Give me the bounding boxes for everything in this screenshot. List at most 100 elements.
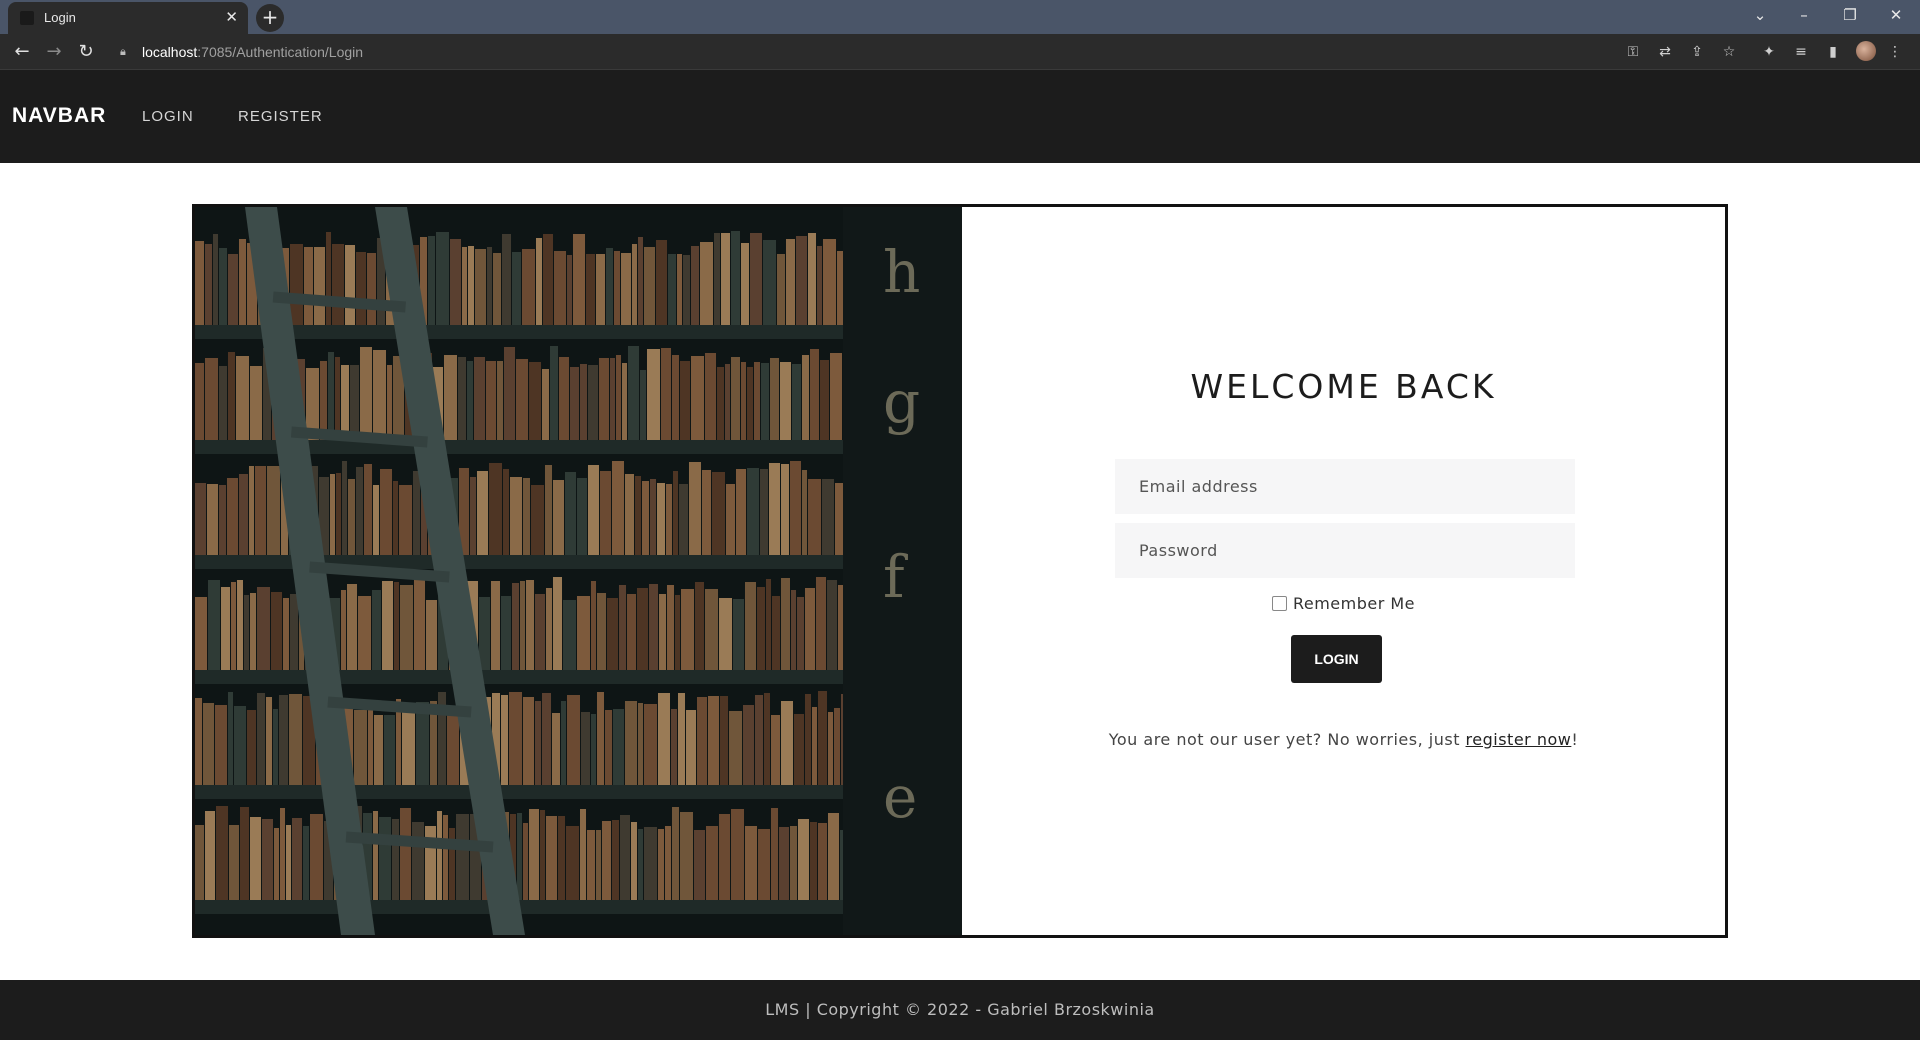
book-spine (335, 357, 340, 440)
remember-me-checkbox[interactable] (1271, 596, 1287, 611)
tab-title: Login (44, 10, 76, 25)
book-spine (637, 588, 648, 670)
book-spine (221, 587, 230, 670)
book-spine (827, 580, 837, 670)
book-spine (250, 366, 262, 440)
book-spine (341, 365, 349, 440)
book-spine (607, 598, 618, 670)
book-spine (205, 811, 215, 900)
share-icon[interactable]: ⇪ (1686, 41, 1708, 63)
book-spine (257, 693, 265, 785)
book-spine (504, 347, 515, 440)
register-suffix: ! (1571, 730, 1579, 749)
book-spine (705, 589, 718, 670)
book-spine (394, 582, 399, 670)
book-spine (219, 248, 227, 325)
translate-icon[interactable]: ⇄ (1654, 41, 1676, 63)
book-spine (244, 595, 249, 670)
shelf-plank (195, 670, 843, 684)
book-spine (720, 696, 728, 785)
book-spine (447, 715, 459, 785)
book-spine (522, 249, 535, 325)
book-spine (798, 819, 809, 900)
book-spine (657, 483, 665, 555)
book-spine (283, 598, 289, 670)
book-spine (580, 364, 587, 440)
address-bar[interactable]: 🔒︎ localhost:7085/Authentication/Login (110, 40, 1610, 64)
book-spine (345, 245, 355, 325)
book-spine (667, 585, 674, 670)
book-spine (550, 346, 558, 440)
book-spine (619, 585, 626, 670)
remember-me-label[interactable]: Remember Me (1293, 594, 1415, 613)
register-now-link[interactable]: register now (1466, 730, 1572, 749)
book-spine (794, 714, 804, 785)
book-spine (219, 366, 227, 440)
book-spine (436, 232, 449, 325)
book-spine (384, 715, 395, 785)
back-icon[interactable]: ← (10, 40, 34, 64)
restore-icon[interactable]: ❐ (1830, 4, 1870, 28)
star-icon[interactable]: ☆ (1718, 41, 1740, 63)
book-spine (402, 706, 415, 785)
book-spine (677, 254, 682, 325)
book-spine (516, 359, 528, 440)
forward-icon[interactable]: → (42, 40, 66, 64)
book-spine (262, 819, 273, 900)
footer-copyright: LMS | Copyright © 2022 - Gabriel Brzoskw… (765, 1000, 1155, 1019)
book-spine (834, 708, 840, 785)
book-spine (240, 807, 249, 900)
menu-icon[interactable]: ⋮ (1884, 41, 1906, 63)
book-spine (542, 693, 551, 785)
book-spine (810, 349, 819, 440)
navbar-brand[interactable]: NAVBAR (12, 104, 106, 128)
tab-close-icon[interactable]: ✕ (225, 8, 238, 26)
book-spine (588, 365, 598, 440)
book-spine (255, 466, 266, 555)
book-spine (458, 357, 466, 440)
book-spine (668, 254, 676, 325)
book-spine (497, 361, 503, 440)
book-spine (602, 821, 611, 900)
key-icon[interactable]: ⚿ (1622, 41, 1644, 63)
side-panel-icon[interactable]: ▮ (1822, 41, 1844, 63)
reading-list-icon[interactable]: ≡ (1790, 41, 1812, 63)
book-spine (553, 480, 564, 555)
spine-letter-e: e (883, 763, 917, 831)
extensions-icon[interactable]: ✦ (1758, 41, 1780, 63)
new-tab-button[interactable]: + (256, 4, 284, 32)
book-spine (486, 361, 496, 440)
book-spine (612, 461, 624, 555)
url-path: :7085/Authentication/Login (197, 44, 364, 60)
book-spine (659, 594, 666, 670)
password-field[interactable] (1115, 523, 1575, 578)
book-spine (719, 814, 730, 900)
book-spine (470, 477, 476, 555)
nav-link-register[interactable]: REGISTER (238, 108, 323, 125)
email-field[interactable] (1115, 459, 1575, 514)
book-spine (822, 479, 834, 555)
book-spine (625, 701, 637, 785)
book-spine (348, 479, 355, 555)
book-spine (373, 485, 379, 555)
book-spine (731, 231, 740, 325)
minimize-icon[interactable]: – (1784, 4, 1824, 28)
book-spine (400, 585, 413, 670)
book-spine (567, 695, 580, 785)
book-spine (705, 353, 716, 440)
book-spine (757, 587, 765, 670)
book-spine (328, 352, 334, 440)
shelf-plank (195, 785, 843, 799)
book-spine (393, 481, 398, 555)
nav-link-login[interactable]: LOGIN (142, 108, 194, 125)
browser-tab[interactable]: Login ✕ (8, 2, 248, 34)
book-spine (271, 592, 282, 670)
login-button[interactable]: LOGIN (1291, 635, 1382, 683)
book-spine (581, 712, 590, 785)
reload-icon[interactable]: ↻ (74, 40, 98, 64)
tab-search-icon[interactable]: ⌄ (1740, 4, 1780, 28)
remember-me: Remember Me (962, 594, 1725, 613)
close-window-icon[interactable]: ✕ (1876, 4, 1916, 28)
profile-avatar[interactable] (1856, 41, 1876, 61)
book-spine (729, 711, 742, 785)
